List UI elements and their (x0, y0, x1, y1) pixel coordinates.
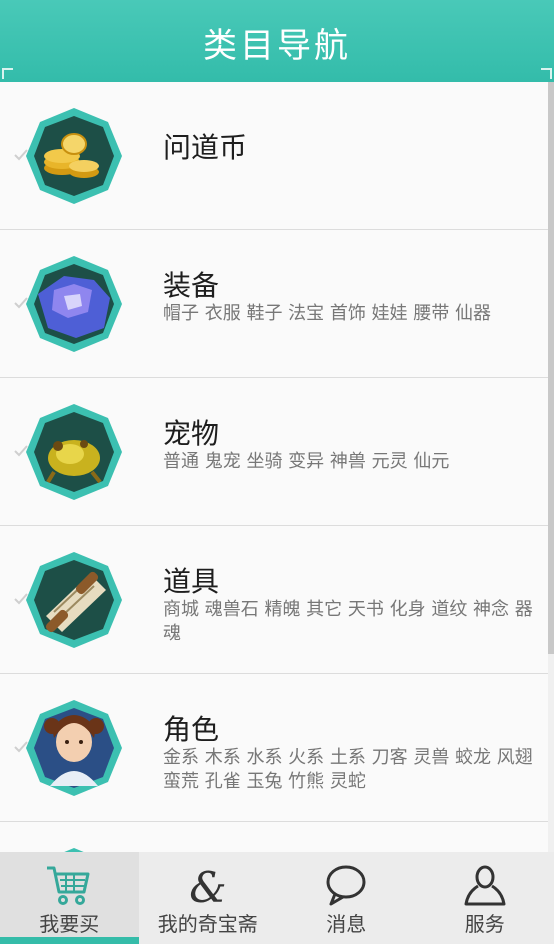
tab-label: 服务 (464, 912, 505, 936)
character-icon (24, 698, 124, 798)
cart-icon (47, 866, 90, 905)
category-tags: 普通 鬼宠 坐骑 变异 神兽 元灵 仙元 (163, 451, 450, 472)
category-title: 问道币 (163, 131, 248, 164)
tab-label: 我要买 (39, 912, 100, 936)
tab-messages[interactable]: 消息 (277, 852, 416, 944)
category-navigation-screen: 类目导航 问道币 装备 帽子 衣服 鞋子 法宝 首饰 娃娃 腰带 仙器 宠物 普… (0, 0, 554, 944)
user-icon (464, 865, 506, 906)
corner-ornament-right (541, 68, 552, 79)
tab-my-treasure[interactable]: & 我的奇宝斋 (139, 852, 278, 944)
category-item-pets[interactable]: 宠物 普通 鬼宠 坐骑 变异 神兽 元灵 仙元 (0, 378, 548, 526)
bottom-tab-bar: 我要买 & 我的奇宝斋 消息 服务 (0, 852, 554, 944)
category-title: 道具 (163, 565, 220, 598)
pet-icon (24, 402, 124, 502)
category-list[interactable]: 问道币 装备 帽子 衣服 鞋子 法宝 首饰 娃娃 腰带 仙器 宠物 普通 鬼宠 … (0, 82, 548, 852)
category-title: 宠物 (163, 417, 220, 450)
category-item-characters[interactable]: 角色 金系 木系 水系 火系 土系 刀客 灵兽 蛟龙 风翅 蛮荒 孔雀 玉兔 竹… (0, 674, 548, 822)
gold-coins-icon (24, 106, 124, 206)
svg-text:&: & (189, 863, 226, 908)
category-tags: 商城 魂兽石 精魄 其它 天书 化身 道纹 神念 器魂 (163, 599, 533, 644)
scrollbar-thumb[interactable] (548, 82, 554, 654)
ampersand-icon: & (189, 863, 226, 908)
category-item-equipment[interactable]: 装备 帽子 衣服 鞋子 法宝 首饰 娃娃 腰带 仙器 (0, 230, 548, 378)
message-icon (326, 865, 366, 906)
category-item-items[interactable]: 道具 商城 魂兽石 精魄 其它 天书 化身 道纹 神念 器魂 (0, 526, 548, 674)
armor-icon (24, 254, 124, 354)
category-title: 装备 (163, 269, 220, 302)
tab-service[interactable]: 服务 (416, 852, 554, 944)
scroll-icon (24, 550, 124, 650)
list-scrollbar[interactable] (548, 82, 554, 852)
category-tags: 帽子 衣服 鞋子 法宝 首饰 娃娃 腰带 仙器 (163, 303, 492, 324)
corner-ornament-left (2, 68, 13, 79)
category-item-partial[interactable] (0, 822, 548, 852)
category-title: 角色 (163, 713, 220, 746)
category-item-currency[interactable]: 问道币 (0, 82, 548, 230)
tab-label: 我的奇宝斋 (157, 912, 258, 936)
active-tab-indicator (0, 937, 139, 944)
page-title: 类目导航 (203, 26, 351, 66)
header-bar: 类目导航 (0, 0, 554, 82)
tab-buy[interactable]: 我要买 (0, 852, 139, 944)
tab-label: 消息 (326, 912, 367, 936)
category-tags: 金系 木系 水系 火系 土系 刀客 灵兽 蛟龙 风翅 蛮荒 孔雀 玉兔 竹熊 灵… (163, 747, 533, 792)
